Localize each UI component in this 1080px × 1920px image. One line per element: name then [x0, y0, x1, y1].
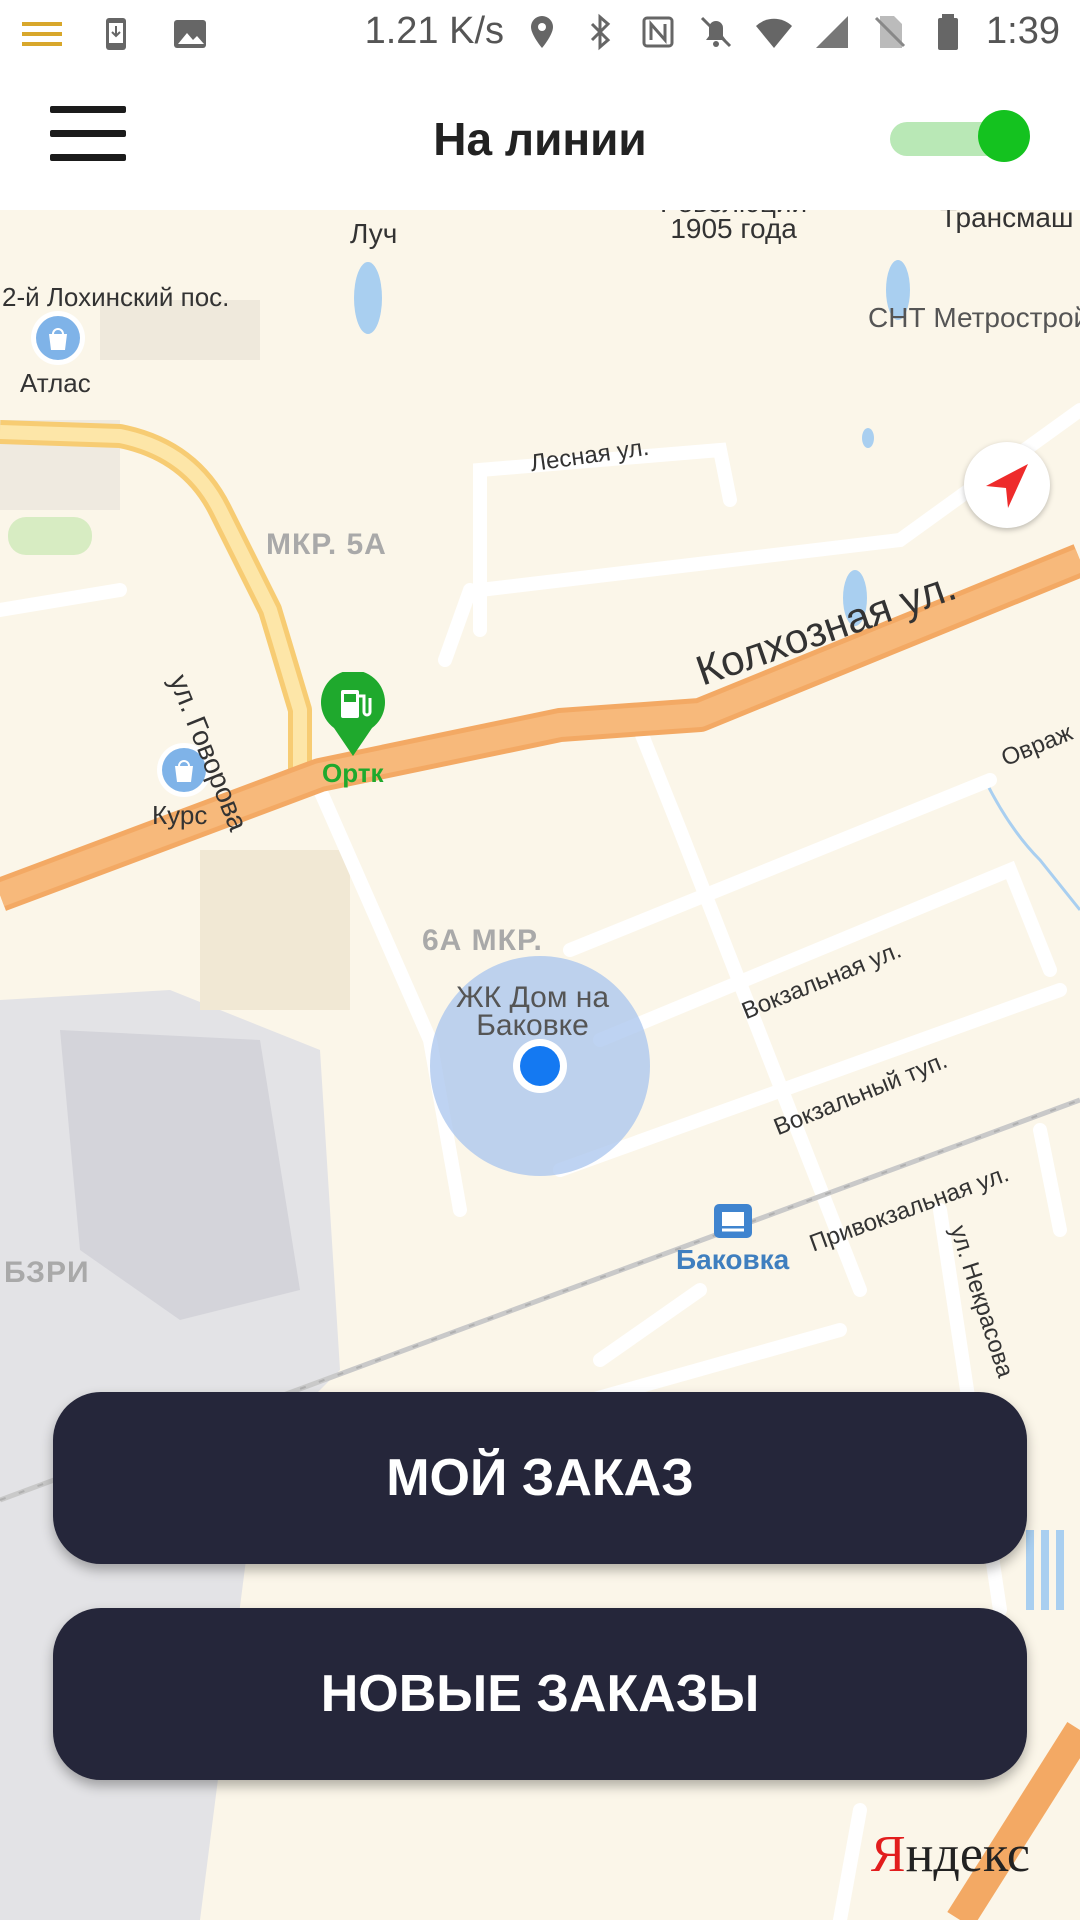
location-icon	[531, 15, 554, 48]
map-label: МКР. 5А	[266, 528, 387, 561]
map-label: Ортк	[322, 758, 384, 788]
map-label: Луч	[350, 218, 398, 249]
mute-icon	[700, 16, 732, 47]
online-toggle[interactable]	[890, 108, 1030, 164]
park-area	[8, 517, 92, 555]
map-label: 6А МКР.	[422, 924, 543, 957]
network-speed: 1.21 K/s	[364, 10, 505, 52]
battery-icon	[938, 13, 959, 50]
map-label: 2-й Лохинский пос.	[2, 282, 230, 312]
phone-download-icon	[106, 18, 126, 50]
no-sim-icon	[874, 15, 906, 48]
my-order-button[interactable]: МОЙ ЗАКАЗ	[53, 1392, 1027, 1564]
image-icon	[174, 20, 206, 48]
map-label: Атлас	[20, 368, 91, 398]
navigation-arrow-icon	[986, 464, 1028, 508]
signal-icon	[816, 15, 849, 48]
map-label: Баковка	[676, 1244, 790, 1275]
map-label: ЖК Дом на Баковке	[456, 981, 610, 1042]
gas-station-icon[interactable]	[320, 672, 386, 758]
bluetooth-icon	[590, 13, 611, 50]
my-location-dot	[520, 1046, 560, 1086]
shopping-bag-icon[interactable]	[30, 310, 86, 366]
map-label: Революции 1905 года	[660, 210, 807, 244]
map-label: СНТ Метрострой	[868, 302, 1080, 333]
wifi-icon	[756, 18, 793, 48]
map-label: БЗРИ	[4, 1256, 90, 1289]
my-location-button[interactable]	[964, 442, 1050, 528]
map-label: Трансмаш	[940, 210, 1074, 233]
status-bar: 1.21 K/s 1:39	[0, 0, 1080, 64]
map-label: Курс	[152, 800, 208, 830]
clock: 1:39	[986, 10, 1060, 52]
nfc-icon	[642, 16, 674, 47]
new-orders-button[interactable]: НОВЫЕ ЗАКАЗЫ	[53, 1608, 1027, 1780]
yandex-logo: Яндекс	[870, 1826, 1030, 1883]
toggle-knob	[978, 110, 1030, 162]
app-header: На линии	[0, 64, 1080, 210]
train-station-icon[interactable]	[714, 1204, 752, 1238]
menu-lines-icon	[22, 22, 62, 46]
